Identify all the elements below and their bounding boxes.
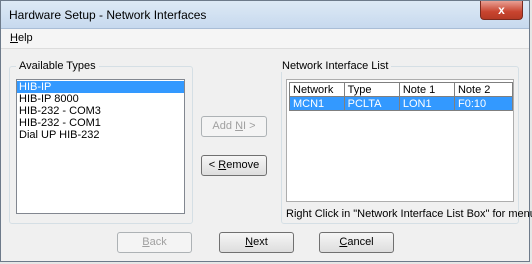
menu-bar: Help [1, 29, 529, 49]
cancel-button[interactable]: Cancel [319, 232, 394, 253]
add-ni-button[interactable]: Add NI > [201, 116, 267, 137]
available-types-label: Available Types [16, 60, 99, 72]
add-ni-suffix: I > [243, 120, 256, 132]
list-item[interactable]: HIB-IP 8000 [17, 93, 184, 105]
cell-note2: F0:10 [453, 96, 513, 111]
back-label: ack [149, 236, 167, 248]
column-header-type[interactable]: Type [343, 82, 400, 97]
remove-mnemonic: R [218, 159, 227, 171]
network-interface-list-group: Network Interface List Network Type Note… [279, 60, 519, 224]
network-interface-listbox[interactable]: Network Type Note 1 Note 2 MCN1 PCLTA LO… [286, 79, 514, 202]
add-ni-prefix: Add [212, 120, 236, 132]
list-item[interactable]: HIB-232 - COM1 [17, 117, 184, 129]
available-types-listbox[interactable]: HIB-IP HIB-IP 8000 HIB-232 - COM3 HIB-23… [16, 79, 185, 214]
back-mnemonic: B [142, 236, 150, 248]
column-header-network[interactable]: Network [289, 82, 345, 97]
remove-prefix: < [208, 159, 219, 171]
column-header-note2[interactable]: Note 2 [453, 82, 513, 97]
close-button[interactable]: x [480, 1, 523, 20]
back-button[interactable]: Back [117, 232, 192, 253]
menu-help-mnemonic: H [10, 32, 18, 44]
cell-type: PCLTA [343, 96, 400, 111]
column-header-note1[interactable]: Note 1 [398, 82, 455, 97]
next-button[interactable]: Next [219, 232, 294, 253]
table-header-row: Network Type Note 1 Note 2 [289, 82, 513, 97]
network-interface-list-label: Network Interface List [279, 60, 392, 72]
next-mnemonic: N [245, 236, 254, 248]
hardware-setup-window: Hardware Setup - Network Interfaces x He… [0, 0, 532, 262]
window-title: Hardware Setup - Network Interfaces [9, 8, 207, 22]
available-types-group: Available Types HIB-IP HIB-IP 8000 HIB-2… [9, 60, 193, 224]
network-interface-table: Network Type Note 1 Note 2 MCN1 PCLTA LO… [289, 82, 513, 111]
cell-note1: LON1 [398, 96, 455, 111]
list-item[interactable]: HIB-IP [17, 81, 184, 93]
list-item[interactable]: HIB-232 - COM3 [17, 105, 184, 117]
context-menu-hint: Right Click in "Network Interface List B… [286, 208, 532, 220]
cancel-label: ancel [347, 236, 374, 248]
menu-help-label: elp [17, 32, 33, 44]
title-bar[interactable]: Hardware Setup - Network Interfaces x [1, 1, 529, 29]
table-row[interactable]: MCN1 PCLTA LON1 F0:10 [289, 96, 513, 111]
add-ni-mnemonic: N [235, 120, 244, 132]
remove-button[interactable]: < Remove [201, 155, 267, 176]
remove-suffix: emove [226, 159, 260, 171]
cell-network: MCN1 [289, 96, 345, 111]
menu-help[interactable]: Help [10, 32, 33, 44]
list-item[interactable]: Dial UP HIB-232 [17, 129, 184, 141]
next-label: ext [253, 236, 268, 248]
